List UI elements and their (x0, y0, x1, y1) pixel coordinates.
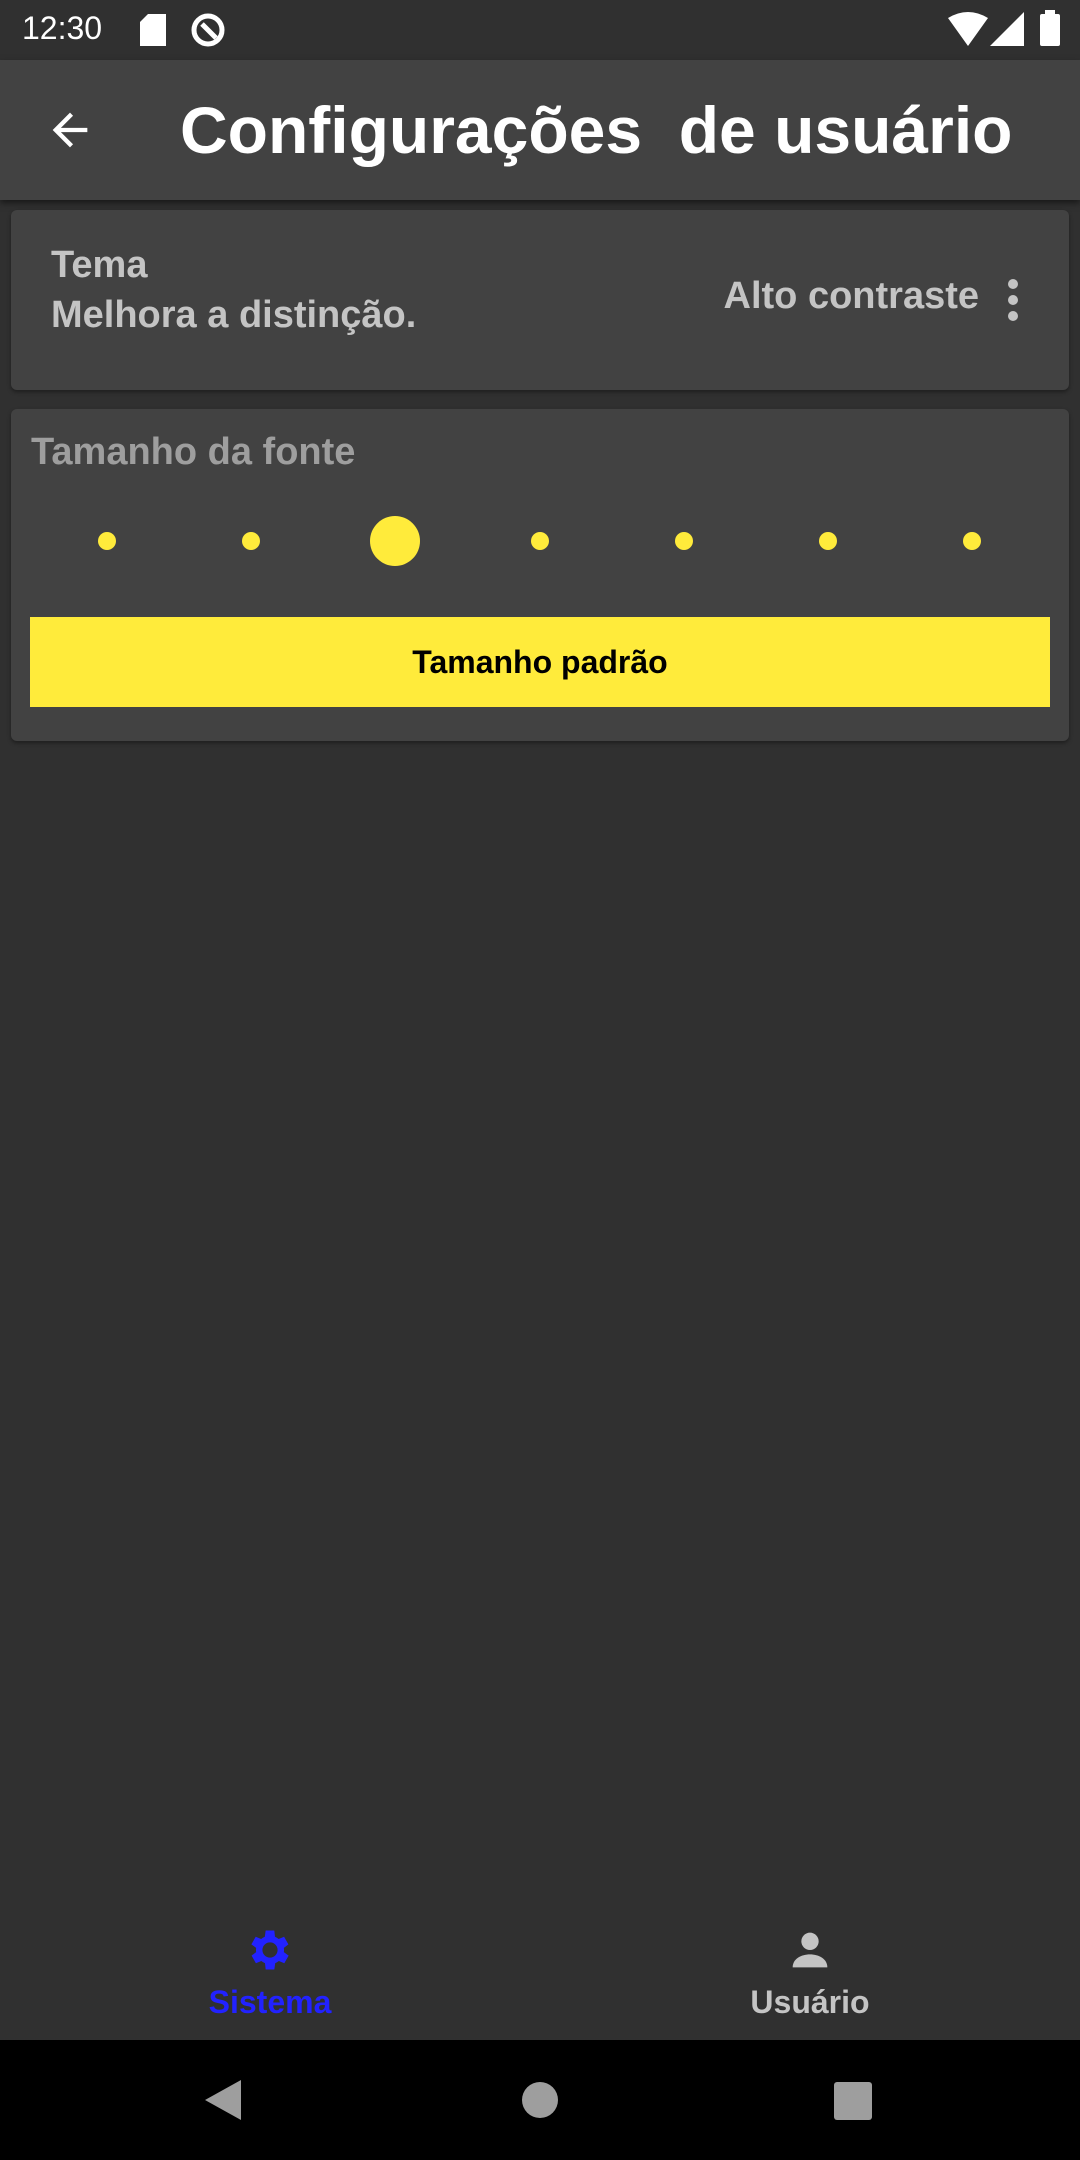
theme-subtitle: Melhora a distinção. (51, 294, 417, 336)
system-navigation-bar (0, 2040, 1080, 2160)
home-circle-icon[interactable] (522, 2082, 558, 2118)
status-time: 12:30 (22, 10, 103, 46)
default-size-button[interactable]: Tamanho padrão (30, 617, 1050, 707)
person-icon (792, 1932, 828, 1968)
font-size-card: Tamanho da fonte Tamanho padrão (11, 409, 1069, 741)
battery-icon (1040, 10, 1060, 46)
wifi-icon (948, 12, 988, 46)
data-saver-icon (191, 13, 225, 47)
back-triangle-icon[interactable] (205, 2080, 245, 2120)
nav-label-sistema: Sistema (208, 1984, 332, 2020)
bottom-navigation: Sistema Usuário (0, 1900, 1080, 2040)
arrow-left-icon[interactable] (44, 104, 96, 156)
font-size-label: Tamanho da fonte (31, 431, 356, 473)
nav-item-usuario[interactable]: Usuário (660, 1924, 960, 2021)
page-title: Configurações de usuário (180, 93, 1013, 167)
slider-step[interactable] (530, 532, 549, 550)
status-bar: 12:30 (0, 0, 1080, 60)
nav-label-usuario: Usuário (750, 1984, 870, 2020)
slider-thumb[interactable] (370, 516, 421, 566)
slider-step[interactable] (242, 532, 261, 550)
slider-step[interactable] (963, 532, 981, 550)
recents-square-icon[interactable] (834, 2082, 872, 2120)
sd-card-icon (140, 14, 166, 46)
theme-card[interactable]: Tema Melhora a distinção. Alto contraste (11, 210, 1069, 390)
slider-step[interactable] (818, 532, 837, 550)
signal-icon (990, 12, 1024, 46)
more-vertical-icon[interactable] (1007, 278, 1019, 322)
theme-value[interactable]: Alto contraste (724, 275, 979, 318)
slider-step[interactable] (674, 532, 693, 550)
app-bar: Configurações de usuário (0, 60, 1080, 200)
nav-item-sistema[interactable]: Sistema (120, 1924, 420, 2021)
gear-icon (251, 1930, 289, 1970)
theme-title: Tema (51, 244, 148, 286)
slider-step[interactable] (98, 532, 116, 550)
